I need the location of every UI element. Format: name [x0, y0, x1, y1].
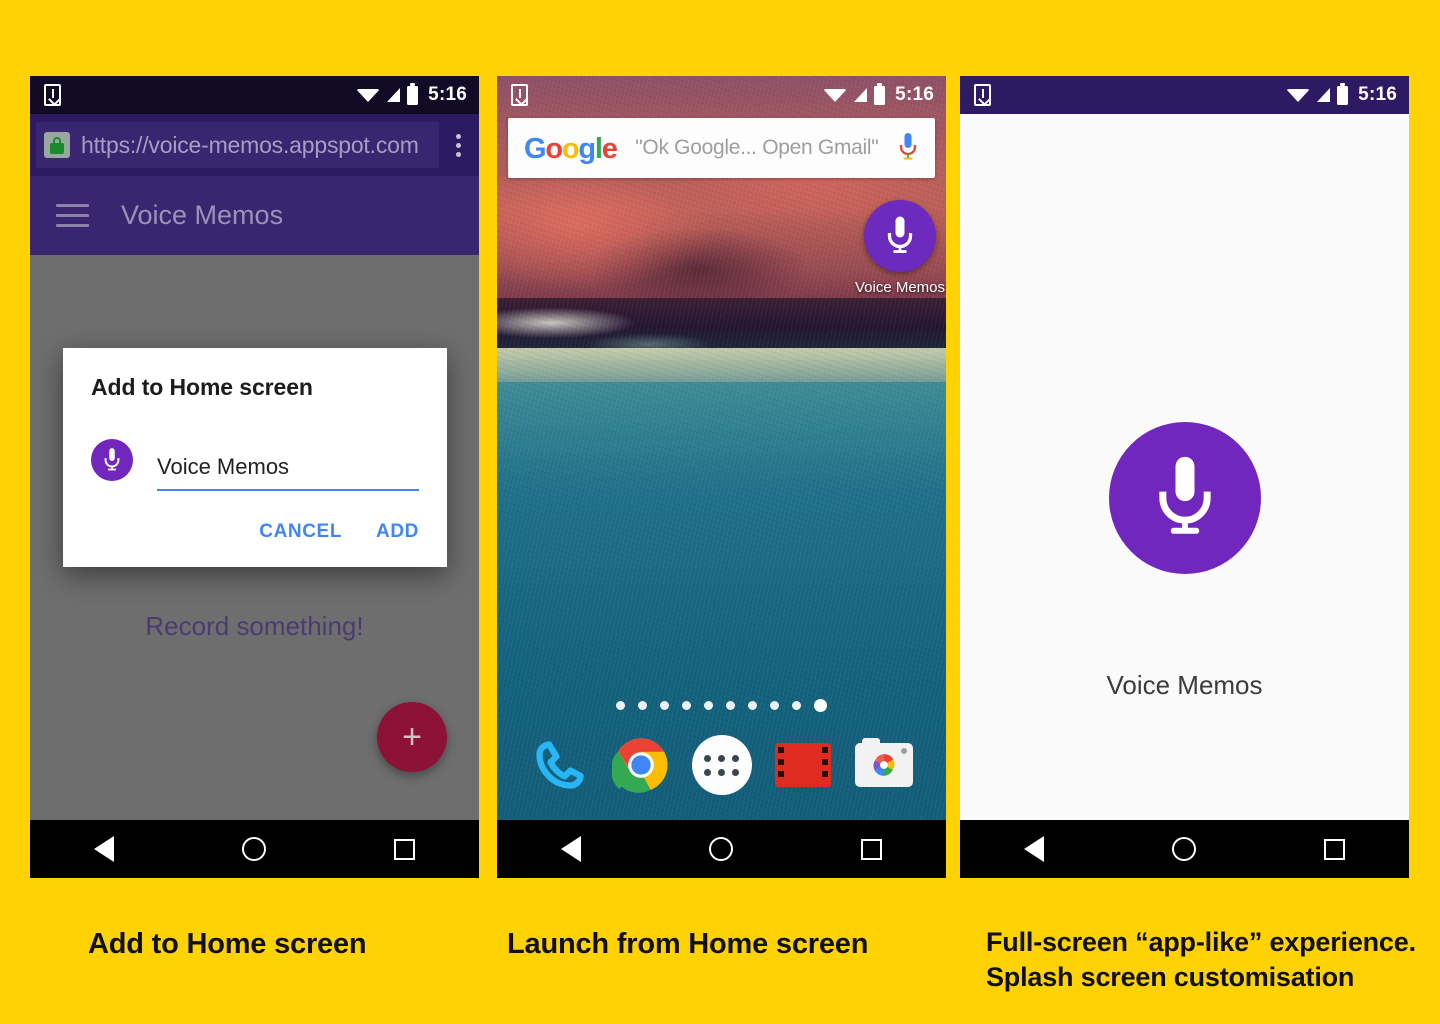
phone-screenshot-home-screen: 5:16 Google "Ok Google... Open Gmail" Vo… [497, 76, 946, 878]
status-bar-right: 5:16 [1286, 82, 1397, 106]
caption-panel-3-line2: Splash screen customisation [986, 961, 1355, 992]
play-movies-icon[interactable] [772, 734, 834, 796]
status-bar-right: 5:16 [823, 82, 934, 106]
dialog-actions: CANCEL ADD [91, 521, 419, 557]
wifi-icon [823, 88, 848, 102]
back-triangle-icon[interactable] [561, 836, 581, 862]
recents-square-icon[interactable] [861, 838, 882, 860]
home-circle-icon[interactable] [1172, 837, 1196, 861]
app-bar-title: Voice Memos [121, 200, 284, 230]
phone-screenshot-add-to-home: 5:16 https://voice-memos.appspot.com Voi… [30, 76, 479, 878]
battery-icon [1337, 82, 1349, 105]
slide-canvas: 5:16 https://voice-memos.appspot.com Voi… [0, 0, 1440, 1024]
download-icon [44, 84, 61, 106]
home-screen-shortcut-voice-memos[interactable]: Voice Memos [845, 200, 946, 296]
hamburger-icon[interactable] [56, 204, 89, 227]
search-hint-text: "Ok Google... Open Gmail" [635, 136, 879, 159]
back-triangle-icon[interactable] [1024, 836, 1044, 862]
lock-icon [44, 132, 70, 158]
status-bar-clock: 5:16 [1358, 84, 1397, 105]
page-dot[interactable] [660, 701, 669, 710]
add-to-home-screen-dialog: Add to Home screen Voice Memos CANCEL AD… [63, 348, 447, 567]
page-dot[interactable] [792, 701, 801, 710]
google-logo: Google [524, 132, 618, 165]
signal-icon [387, 88, 401, 102]
status-bar: 5:16 [497, 76, 946, 114]
status-bar-right: 5:16 [356, 82, 467, 106]
caption-panel-3-line1: Full-screen “app-like” experience. [986, 927, 1416, 957]
status-bar-left [974, 84, 991, 106]
status-bar-clock: 5:16 [895, 84, 934, 105]
caption-panel-3: Full-screen “app-like” experience. Splas… [986, 925, 1416, 994]
splash-app-name: Voice Memos [1106, 670, 1263, 700]
system-nav-bar [30, 820, 479, 878]
all-apps-icon[interactable] [691, 734, 753, 796]
shortcut-name-value: Voice Memos [157, 454, 290, 479]
microphone-icon[interactable] [897, 131, 919, 165]
microphone-icon [91, 439, 133, 481]
address-bar[interactable]: https://voice-memos.appspot.com [36, 122, 439, 168]
dialog-title: Add to Home screen [91, 374, 313, 400]
address-bar-url: https://voice-memos.appspot.com [81, 131, 419, 158]
microphone-icon [1108, 422, 1261, 574]
system-nav-bar [960, 820, 1409, 878]
download-icon [974, 84, 991, 106]
caption-panel-1: Add to Home screen [88, 928, 367, 960]
page-dot[interactable] [726, 701, 735, 710]
empty-state-text: Record something! [145, 611, 364, 641]
page-dot[interactable] [770, 701, 779, 710]
phone-icon[interactable] [529, 734, 591, 796]
microphone-icon [864, 200, 936, 272]
signal-icon [1317, 88, 1331, 102]
add-button[interactable]: ADD [376, 521, 419, 543]
back-triangle-icon[interactable] [94, 836, 114, 862]
status-bar: 5:16 [960, 76, 1409, 114]
status-bar-clock: 5:16 [428, 84, 467, 105]
home-dock [497, 734, 946, 796]
phone-screenshot-splash: 5:16 Voice Memos [960, 76, 1409, 878]
download-icon [511, 84, 528, 106]
status-bar-left [44, 84, 61, 106]
kebab-menu-icon[interactable] [443, 133, 473, 157]
home-circle-icon[interactable] [709, 837, 733, 861]
camera-icon[interactable] [853, 734, 915, 796]
signal-icon [854, 88, 868, 102]
caption-panel-2: Launch from Home screen [507, 928, 869, 960]
page-dot[interactable] [682, 701, 691, 710]
battery-icon [407, 82, 419, 105]
app-bar: Voice Memos [30, 176, 479, 255]
chrome-icon[interactable] [610, 734, 672, 796]
recents-square-icon[interactable] [394, 838, 415, 860]
system-nav-bar [497, 820, 946, 878]
splash-screen: Voice Memos [960, 114, 1409, 820]
shortcut-label: Voice Memos [854, 279, 946, 296]
page-dot[interactable] [616, 701, 625, 710]
home-circle-icon[interactable] [242, 837, 266, 861]
page-dot[interactable] [748, 701, 757, 710]
shortcut-name-input[interactable]: Voice Memos [157, 454, 419, 491]
cancel-button[interactable]: CANCEL [259, 521, 342, 543]
wifi-icon [356, 88, 381, 102]
wifi-icon [1286, 88, 1311, 102]
browser-toolbar: https://voice-memos.appspot.com [30, 114, 479, 176]
status-bar: 5:16 [30, 76, 479, 114]
google-search-widget[interactable]: Google "Ok Google... Open Gmail" [508, 118, 935, 178]
dialog-body: Voice Memos [91, 439, 419, 491]
record-fab-button[interactable]: + [377, 702, 447, 772]
battery-icon [874, 82, 886, 105]
page-dot[interactable] [704, 701, 713, 710]
page-dot-active[interactable] [814, 699, 827, 712]
home-page-indicator [497, 699, 946, 712]
fab-plus-icon: + [402, 718, 422, 756]
status-bar-left [511, 84, 528, 106]
page-dot[interactable] [638, 701, 647, 710]
recents-square-icon[interactable] [1324, 838, 1345, 860]
